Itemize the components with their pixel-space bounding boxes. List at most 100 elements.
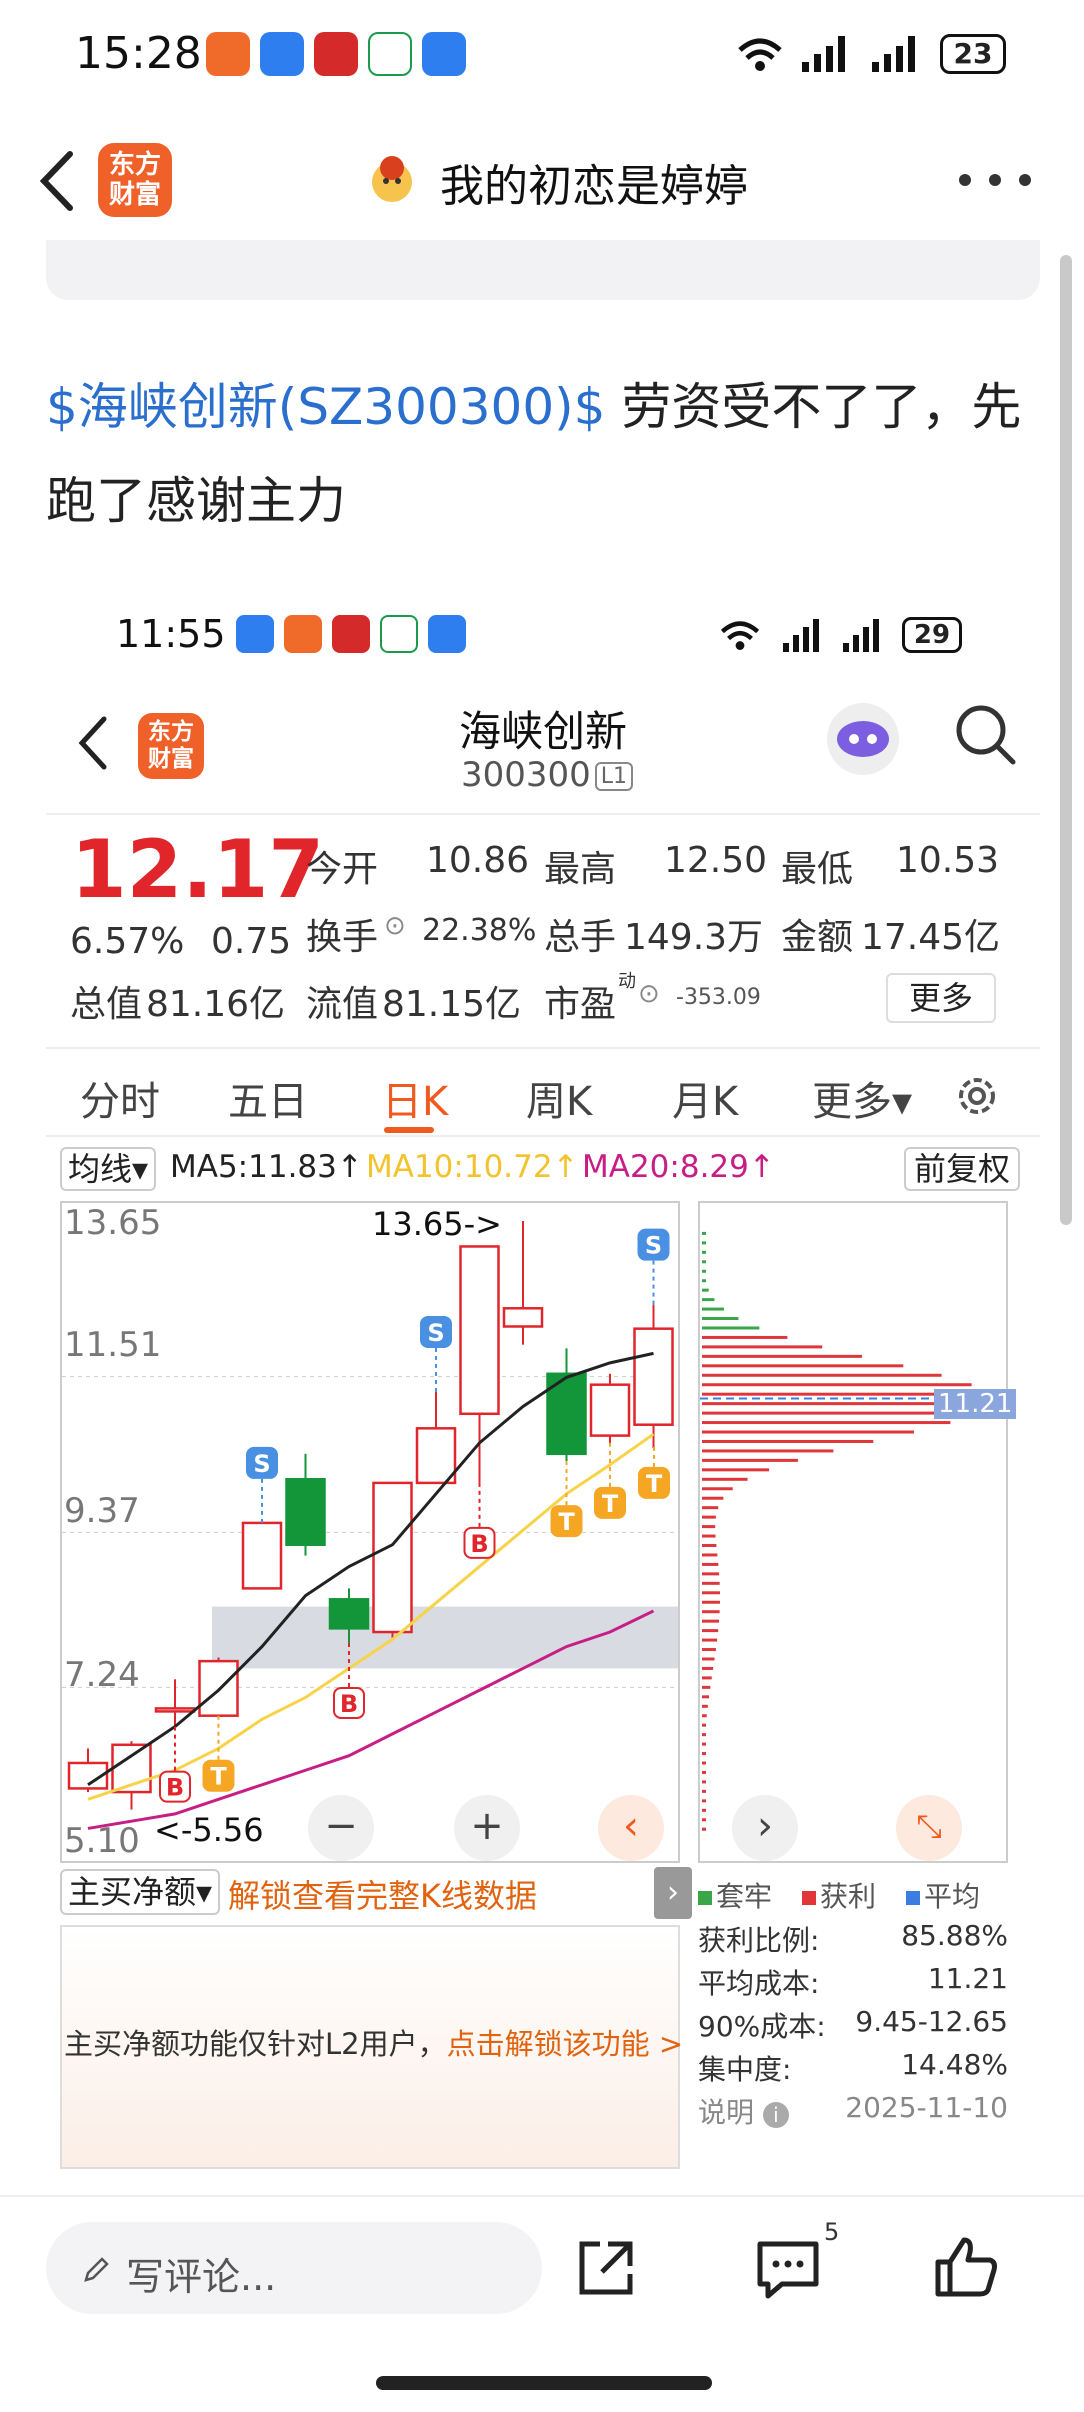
tab-intraday[interactable]: 分时 (80, 1069, 160, 1127)
period-tabs: 分时 五日 日K 周K 月K 更多▾ (46, 1047, 1040, 1137)
tab-weekly-k[interactable]: 周K (526, 1069, 592, 1127)
cost90-value: 9.45-12.65 (855, 2005, 1008, 2038)
like-thumb-icon[interactable] (930, 2232, 1002, 2304)
scroll-left-button[interactable]: ‹ (598, 1795, 664, 1861)
back-icon[interactable] (30, 146, 90, 216)
tab-more[interactable]: 更多▾ (812, 1069, 912, 1127)
chip-bar-37 (702, 1581, 720, 1585)
more-options-icon[interactable] (955, 170, 1035, 190)
unlock-feature-link[interactable]: 点击解锁该功能 > (447, 2027, 684, 2061)
candle-body-4 (241, 1521, 283, 1590)
chip-bar-59 (702, 1789, 706, 1793)
l2-next-button[interactable]: › (654, 1867, 692, 1919)
chip-bar-24 (702, 1458, 798, 1462)
high-label: 最高 (544, 849, 617, 890)
image-battery-level: 29 (913, 620, 951, 650)
info-icon: i (762, 2102, 789, 2128)
price-adjust-button[interactable]: 前复权 (904, 1147, 1021, 1191)
chip-bar-36 (702, 1572, 720, 1576)
active-tab-indicator (384, 1127, 434, 1133)
share-icon[interactable] (570, 2232, 642, 2304)
turnover-value: 22.38% (422, 913, 537, 948)
bank-notification-icon (314, 32, 358, 76)
chip-bar-6 (702, 1288, 709, 1292)
chip-bar-20 (702, 1421, 951, 1425)
settings-gear-icon[interactable] (952, 1071, 1002, 1121)
comment-input[interactable]: 写评论... (46, 2222, 542, 2314)
home-indicator[interactable] (376, 2376, 712, 2390)
chip-bar-33 (702, 1544, 717, 1548)
kline-chart[interactable]: BTSBSBTTTS 13.65 11.51 9.37 7.24 5.10 13… (60, 1201, 680, 1863)
signal-label-5: B (470, 1530, 488, 1558)
stock-tag-link[interactable]: $海峡创新(SZ300300)$ (46, 378, 606, 436)
turnover-info-icon[interactable]: ⊙ (384, 911, 406, 941)
user-avatar-icon[interactable] (362, 148, 422, 208)
zoom-out-button[interactable]: − (308, 1795, 374, 1861)
tab-five-day[interactable]: 五日 (228, 1069, 308, 1127)
signal-label-4: S (427, 1319, 444, 1347)
signal-label-7: T (602, 1490, 619, 1518)
message-notification-icon (260, 32, 304, 76)
kline-svg: B TSBSBTTTS (62, 1221, 678, 1830)
l2-indicator-selector[interactable]: 主买净额▾ (60, 1869, 221, 1915)
chip-bar-60 (702, 1799, 706, 1803)
chip-bar-16 (702, 1383, 972, 1387)
mktcap-value: 81.16亿 (146, 984, 286, 1025)
chip-bar-23 (702, 1449, 834, 1453)
more-quote-button[interactable]: 更多 (886, 973, 996, 1023)
candle-body-5 (285, 1478, 326, 1546)
l2-message: 主买净额功能仅针对L2用户，点击解锁该功能 > (64, 2027, 684, 2061)
chip-bar-58 (702, 1780, 706, 1784)
expand-icon[interactable]: ⤡ (896, 1795, 962, 1861)
battery-icon: 23 (940, 34, 1006, 74)
comment-placeholder: 写评论... (126, 2255, 277, 2299)
indicator-selector[interactable]: 均线▾ (60, 1147, 157, 1191)
search-icon[interactable] (951, 700, 1021, 770)
note-link[interactable]: 说明 i (698, 2091, 789, 2131)
y-label-2: 11.51 (64, 1325, 162, 1365)
scrollbar[interactable] (1060, 255, 1072, 1225)
chip-bar-3 (702, 1260, 706, 1264)
chip-bar-63 (702, 1827, 706, 1831)
tab-daily-k[interactable]: 日K (382, 1069, 448, 1127)
chip-bar-45 (702, 1657, 715, 1661)
float-value: 81.15亿 (382, 984, 522, 1025)
pe-value: -353.09 (676, 985, 761, 1010)
header-divider (46, 813, 1040, 815)
chip-bar-27 (702, 1487, 733, 1491)
chip-bar-15 (702, 1373, 942, 1377)
battery-level: 23 (953, 37, 993, 70)
chip-bar-9 (702, 1317, 739, 1321)
vp-next-button[interactable]: › (732, 1795, 798, 1861)
robot-assistant-icon[interactable] (821, 697, 905, 781)
low-label: 最低 (781, 849, 854, 890)
chip-bar-12 (702, 1345, 823, 1349)
chip-bar-41 (702, 1619, 720, 1623)
image-status-time: 11:55 (116, 612, 226, 656)
chip-bar-35 (702, 1562, 719, 1566)
tab-monthly-k[interactable]: 月K (672, 1069, 738, 1127)
amount-value: 17.45亿 (861, 917, 1001, 958)
previous-post-card[interactable] (46, 240, 1040, 300)
post-image[interactable]: 11:55 29 东方 财富 海峡创新 300300 L1 12.17 6.57% … (46, 585, 1040, 2175)
signal-icon-2 (872, 36, 915, 72)
mktcap-label: 总值 (70, 984, 143, 1025)
change-percent: 6.57% (70, 921, 185, 962)
open-label: 今开 (306, 849, 379, 890)
chip-bar-40 (702, 1610, 720, 1614)
pe-info-icon[interactable]: ⊙ (638, 979, 660, 1009)
comment-icon[interactable] (752, 2232, 824, 2304)
chip-bar-52 (702, 1723, 706, 1727)
image-battery-icon: 29 (902, 617, 962, 653)
candle-body-9 (459, 1245, 500, 1416)
chip-distribution-chart[interactable]: 11.21 › ⤡ (698, 1201, 1017, 1863)
candle-body-7 (372, 1481, 413, 1634)
zoom-in-button[interactable]: + (454, 1795, 520, 1861)
y-label-5: 5.10 (64, 1821, 140, 1861)
status-time: 15:28 (75, 28, 202, 79)
chip-bar-5 (702, 1279, 706, 1283)
app-notification-icon (206, 32, 250, 76)
unlock-kline-link[interactable]: 解锁查看完整K线数据 (228, 1871, 537, 1917)
signal-label-3: B (340, 1690, 358, 1718)
chip-bar-57 (702, 1770, 706, 1774)
